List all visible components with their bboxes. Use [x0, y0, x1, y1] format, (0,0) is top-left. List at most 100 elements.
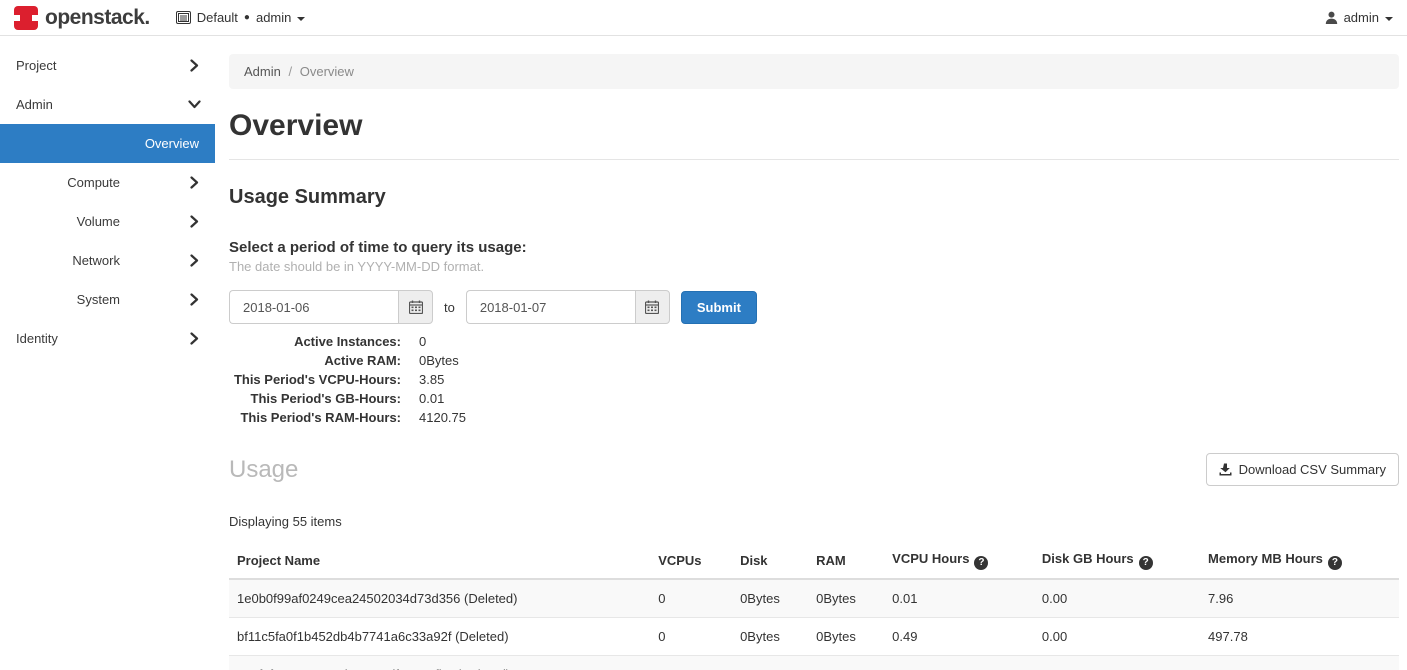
- context-domain-label: Default: [197, 10, 238, 25]
- cell-vcpus: 0: [650, 579, 732, 618]
- column-header-memory-mb-hours[interactable]: Memory MB Hours?: [1200, 543, 1399, 579]
- table-row: bf11c5fa0f1b452db4b7741a6c33a92f (Delete…: [229, 617, 1399, 655]
- sidebar-item-project[interactable]: Project: [0, 46, 215, 85]
- help-question-icon[interactable]: ?: [1328, 556, 1342, 570]
- main-content: Admin / Overview Overview Usage Summary …: [215, 36, 1407, 670]
- chevron-right-icon: [190, 59, 199, 72]
- chevron-right-icon: [190, 254, 199, 267]
- cell-memory-mb-hours: 7.96: [1200, 579, 1399, 618]
- context-project-label: admin: [256, 10, 291, 25]
- stat-label: Active Instances:: [229, 334, 401, 349]
- sidebar-item-volume[interactable]: Volume: [0, 202, 215, 241]
- openstack-logo-icon: [14, 6, 38, 30]
- caret-down-icon: [1385, 17, 1393, 21]
- brand-wordmark: openstack.: [45, 6, 150, 30]
- chevron-right-icon: [190, 176, 199, 189]
- caret-down-icon: [297, 17, 305, 21]
- cell-project-name: 1e0b0f99af0249cea24502034d73d356 (Delete…: [229, 579, 650, 618]
- sidebar-item-label: Compute: [16, 175, 190, 190]
- sidebar-item-label: Project: [16, 58, 190, 73]
- cell-vcpu-hours: 0.11: [884, 655, 1034, 670]
- chevron-right-icon: [190, 215, 199, 228]
- date-range-form-label: Select a period of time to query its usa…: [229, 239, 1399, 256]
- cell-disk-gb-hours: 0.00: [1034, 655, 1200, 670]
- cell-vcpu-hours: 0.01: [884, 579, 1034, 618]
- cell-disk: 0Bytes: [732, 579, 808, 618]
- calendar-icon[interactable]: [635, 290, 670, 324]
- context-separator-dot: ●: [244, 13, 250, 23]
- column-header-vcpus[interactable]: VCPUs: [650, 543, 732, 579]
- breadcrumb-separator: /: [288, 64, 292, 79]
- sidebar-item-label: Admin: [16, 97, 190, 112]
- cell-disk: 0Bytes: [732, 617, 808, 655]
- stat-ram-hours: This Period's RAM-Hours: 4120.75: [229, 410, 1399, 425]
- table-row: 1e0b0f99af0249cea24502034d73d356 (Delete…: [229, 579, 1399, 618]
- stat-label: Active RAM:: [229, 353, 401, 368]
- page-title: Overview: [229, 109, 1399, 143]
- sidebar-item-system[interactable]: System: [0, 280, 215, 319]
- table-item-count: Displaying 55 items: [229, 514, 1399, 529]
- sidebar-item-admin[interactable]: Admin: [0, 85, 215, 124]
- stat-label: This Period's GB-Hours:: [229, 391, 401, 406]
- sidebar-item-overview-selected[interactable]: Overview: [0, 124, 215, 163]
- date-range-to-label: to: [444, 300, 455, 315]
- stat-active-ram: Active RAM: 0Bytes: [229, 353, 1399, 368]
- sidebar-item-identity[interactable]: Identity: [0, 319, 215, 358]
- download-icon: [1219, 463, 1232, 476]
- user-menu[interactable]: admin: [1325, 10, 1393, 25]
- breadcrumb-current: Overview: [300, 64, 354, 79]
- chevron-right-icon: [190, 332, 199, 345]
- cell-vcpu-hours: 0.49: [884, 617, 1034, 655]
- cell-disk: 0Bytes: [732, 655, 808, 670]
- stat-value: 0.01: [419, 391, 444, 406]
- stat-gb-hours: This Period's GB-Hours: 0.01: [229, 391, 1399, 406]
- date-range-form: to Submit: [229, 290, 1399, 324]
- table-header-row: Project Name VCPUs Disk RAM VCPU Hours? …: [229, 543, 1399, 579]
- stat-value: 4120.75: [419, 410, 466, 425]
- cell-project-name: ea1f2f357c09465eb6991edf7079efbe (Delete…: [229, 655, 650, 670]
- cell-memory-mb-hours: 110.93: [1200, 655, 1399, 670]
- table-row: ea1f2f357c09465eb6991edf7079efbe (Delete…: [229, 655, 1399, 670]
- download-csv-label: Download CSV Summary: [1239, 462, 1386, 477]
- cell-ram: 0Bytes: [808, 655, 884, 670]
- stat-label: This Period's VCPU-Hours:: [229, 372, 401, 387]
- help-question-icon[interactable]: ?: [974, 556, 988, 570]
- sidebar-item-label: System: [16, 292, 190, 307]
- column-header-vcpu-hours[interactable]: VCPU Hours?: [884, 543, 1034, 579]
- cell-ram: 0Bytes: [808, 617, 884, 655]
- cell-disk-gb-hours: 0.00: [1034, 579, 1200, 618]
- usage-summary-stats: Active Instances: 0 Active RAM: 0Bytes T…: [229, 334, 1399, 425]
- chevron-right-icon: [190, 293, 199, 306]
- calendar-icon[interactable]: [398, 290, 433, 324]
- stat-value: 3.85: [419, 372, 444, 387]
- stat-active-instances: Active Instances: 0: [229, 334, 1399, 349]
- sidebar-item-label: Identity: [16, 331, 190, 346]
- column-header-disk-gb-hours[interactable]: Disk GB Hours?: [1034, 543, 1200, 579]
- cell-disk-gb-hours: 0.00: [1034, 617, 1200, 655]
- sidebar-nav: Project Admin Overview Compute Volume Ne…: [0, 36, 215, 670]
- project-context-switcher[interactable]: Default ● admin: [176, 10, 306, 25]
- help-question-icon[interactable]: ?: [1139, 556, 1153, 570]
- sidebar-item-compute[interactable]: Compute: [0, 163, 215, 202]
- submit-button[interactable]: Submit: [681, 291, 757, 324]
- stat-vcpu-hours: This Period's VCPU-Hours: 3.85: [229, 372, 1399, 387]
- column-header-project-name[interactable]: Project Name: [229, 543, 650, 579]
- cell-vcpus: 0: [650, 655, 732, 670]
- sidebar-item-label: Volume: [16, 214, 190, 229]
- breadcrumb-admin-link[interactable]: Admin: [244, 64, 281, 79]
- date-to-input[interactable]: [466, 290, 635, 324]
- date-from-input[interactable]: [229, 290, 398, 324]
- sidebar-item-network[interactable]: Network: [0, 241, 215, 280]
- cell-ram: 0Bytes: [808, 579, 884, 618]
- usage-table: Project Name VCPUs Disk RAM VCPU Hours? …: [229, 543, 1399, 670]
- top-navbar: openstack. Default ● admin admin: [0, 0, 1407, 36]
- usage-summary-heading: Usage Summary: [229, 186, 1399, 209]
- column-header-ram[interactable]: RAM: [808, 543, 884, 579]
- column-header-disk[interactable]: Disk: [732, 543, 808, 579]
- openstack-brand[interactable]: openstack.: [14, 6, 150, 30]
- stat-value: 0: [419, 334, 426, 349]
- sidebar-item-label: Network: [16, 253, 190, 268]
- usage-table-heading: Usage: [229, 456, 298, 484]
- user-name-label: admin: [1344, 10, 1379, 25]
- download-csv-button[interactable]: Download CSV Summary: [1206, 453, 1399, 486]
